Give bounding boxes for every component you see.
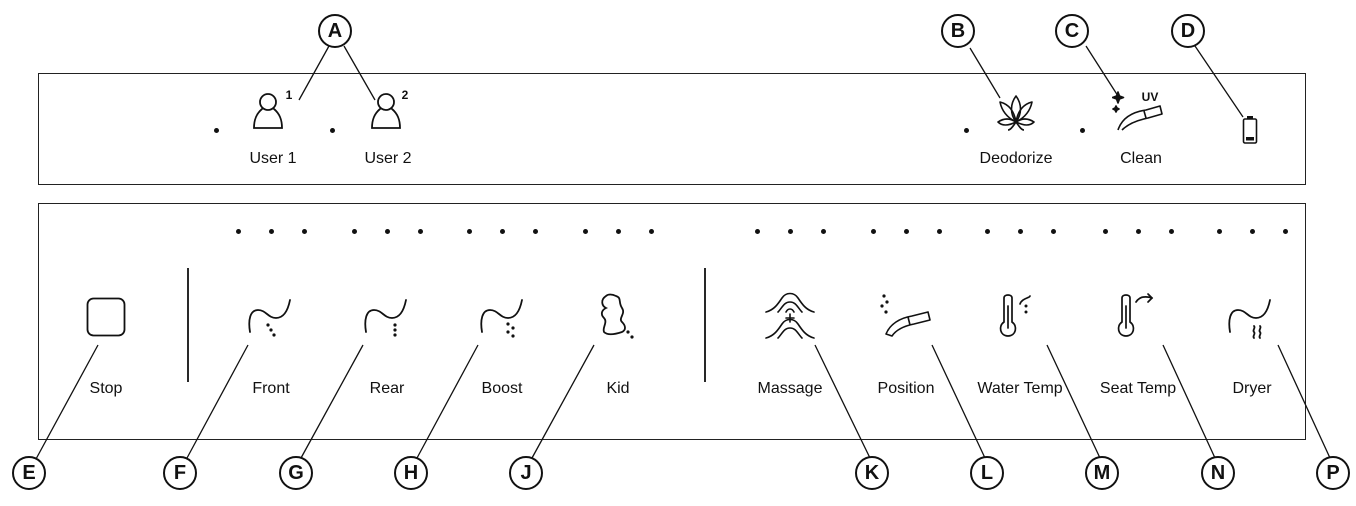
callout-f: F: [163, 456, 197, 490]
kid-label: Kid: [606, 380, 630, 397]
square-stop-icon[interactable]: [86, 297, 126, 342]
dryer-icon[interactable]: [1226, 296, 1276, 345]
indicator-dot-dryer: [1283, 229, 1288, 234]
battery-icon: [1242, 115, 1258, 150]
indicator-dot-rear: [418, 229, 423, 234]
rear-label: Rear: [369, 380, 405, 397]
nozzle-position-icon[interactable]: [878, 292, 934, 345]
clean-label: Clean: [1120, 150, 1162, 167]
indicator-dot-dryer: [1250, 229, 1255, 234]
front-wash-icon[interactable]: [246, 296, 296, 345]
indicator-dot-deodorize: [964, 128, 969, 133]
callout-c: C: [1055, 14, 1089, 48]
indicator-dot-position: [904, 229, 909, 234]
callout-n: N: [1201, 456, 1235, 490]
indicator-dot-seat_temp: [1103, 229, 1108, 234]
lotus-icon[interactable]: [996, 92, 1036, 137]
indicator-dot-massage: [755, 229, 760, 234]
callout-m: M: [1085, 456, 1119, 490]
leader-line-j: [531, 344, 595, 459]
leader-line-b: [969, 47, 1001, 99]
indicator-dot-front: [302, 229, 307, 234]
callout-a: A: [318, 14, 352, 48]
indicator-dot-kid: [616, 229, 621, 234]
boost-label: Boost: [481, 380, 523, 397]
indicator-dot-rear: [352, 229, 357, 234]
indicator-dot-water_temp: [1051, 229, 1056, 234]
rear-wash-icon[interactable]: [362, 296, 412, 345]
indicator-dot-seat_temp: [1169, 229, 1174, 234]
indicator-dot-front: [269, 229, 274, 234]
leader-line-m: [1046, 344, 1101, 459]
user2-label: User 2: [364, 150, 412, 167]
indicator-dot-user1: [214, 128, 219, 133]
callout-g: G: [279, 456, 313, 490]
indicator-dot-boost: [500, 229, 505, 234]
indicator-dot-massage: [788, 229, 793, 234]
indicator-dot-boost: [467, 229, 472, 234]
leader-line-p: [1277, 344, 1331, 459]
leader-line-g: [300, 344, 364, 459]
callout-p: P: [1316, 456, 1350, 490]
leader-line-d: [1194, 45, 1244, 118]
indicator-dot-dryer: [1217, 229, 1222, 234]
kid-wash-icon[interactable]: [596, 292, 642, 347]
stop-label: Stop: [89, 380, 123, 397]
dryer-label: Dryer: [1232, 380, 1272, 397]
user1-label: User 1: [249, 150, 297, 167]
leader-lines: [35, 45, 1331, 460]
indicator-dot-user2: [330, 128, 335, 133]
user1-superscript: 1: [285, 88, 293, 102]
massage-label: Massage: [757, 380, 823, 397]
user-profile-icon[interactable]: [250, 88, 290, 137]
deodorize-label: Deodorize: [979, 150, 1053, 167]
position-label: Position: [877, 380, 935, 397]
indicator-dot-kid: [649, 229, 654, 234]
leader-line-a-user1: [298, 45, 330, 101]
leader-line-f: [186, 344, 249, 459]
leader-line-k: [814, 344, 871, 459]
indicator-dot-front: [236, 229, 241, 234]
indicator-dot-massage: [821, 229, 826, 234]
indicator-dot-clean: [1080, 128, 1085, 133]
leader-line-l: [931, 344, 986, 459]
indicator-dot-rear: [385, 229, 390, 234]
leader-line-h: [416, 344, 479, 459]
indicator-dot-seat_temp: [1136, 229, 1141, 234]
callout-j: J: [509, 456, 543, 490]
callout-h: H: [394, 456, 428, 490]
boost-wash-icon[interactable]: [478, 296, 528, 345]
callout-k: K: [855, 456, 889, 490]
callout-b: B: [941, 14, 975, 48]
water-thermometer-icon[interactable]: [996, 292, 1040, 345]
leader-line-n: [1162, 344, 1216, 459]
indicator-dot-position: [871, 229, 876, 234]
massage-icon[interactable]: [762, 290, 818, 347]
leader-line-c: [1085, 45, 1119, 97]
leader-line-e: [35, 344, 99, 460]
seat-temp-label: Seat Temp: [1099, 380, 1177, 397]
callout-l: L: [970, 456, 1004, 490]
callout-d: D: [1171, 14, 1205, 48]
front-label: Front: [252, 380, 290, 397]
water-temp-label: Water Temp: [977, 380, 1063, 397]
indicator-dot-kid: [583, 229, 588, 234]
indicator-dot-boost: [533, 229, 538, 234]
indicator-dot-water_temp: [1018, 229, 1023, 234]
seat-thermometer-icon[interactable]: [1114, 292, 1158, 345]
user2-superscript: 2: [401, 88, 409, 102]
callout-e: E: [12, 456, 46, 490]
uv-badge: UV: [1141, 90, 1159, 104]
indicator-dot-water_temp: [985, 229, 990, 234]
indicator-dot-position: [937, 229, 942, 234]
